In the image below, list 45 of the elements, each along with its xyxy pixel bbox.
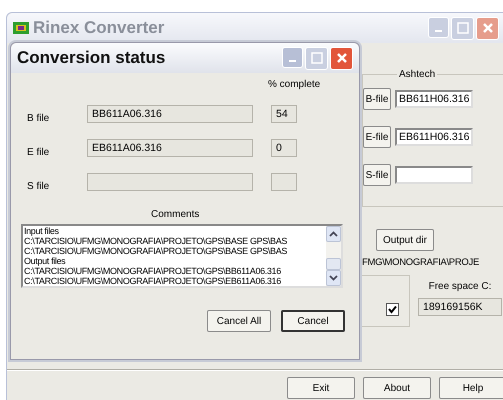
comment-line: C:\TARCISIO\UFMG\MONOGRAFIA\PROJETO\GPS\BB611A06.316 — [24, 266, 282, 276]
file-field[interactable]: BB611H06.316 — [395, 90, 473, 108]
comment-line: Output files — [24, 256, 66, 266]
file-button[interactable]: S-file — [363, 164, 391, 186]
percent-field: 0 — [271, 139, 297, 157]
dialog-title: Conversion status — [17, 48, 166, 68]
percent-field — [271, 173, 297, 191]
comments-label: Comments — [151, 209, 200, 220]
minimize-button[interactable] — [282, 46, 303, 68]
free-space-label: Free space C: — [428, 281, 492, 292]
comment-line: C:\TARCISIO\UFMG\MONOGRAFIA\PROJETO\GPS\EB611A06.316 — [24, 276, 282, 286]
comment-line: C:\TARCISIO\UFMG\MONOGRAFIA\PROJETO\GPS\BASE GPS\BAS — [24, 246, 288, 256]
minimize-icon — [435, 30, 442, 32]
output-path: FMG\MONOGRAFIA\PROJE — [362, 257, 479, 268]
row-label: S file — [26, 180, 50, 192]
footer-button[interactable]: About — [363, 377, 431, 399]
footer-button[interactable]: Exit — [287, 377, 355, 399]
app-icon — [13, 22, 29, 34]
row-label: E file — [26, 146, 50, 158]
comments-box[interactable] — [21, 224, 343, 288]
footer-button[interactable]: Help — [439, 377, 503, 399]
row-label: B file — [26, 112, 50, 124]
free-space-field: 189169156K — [418, 298, 502, 316]
comment-line: C:\TARCISIO\UFMG\MONOGRAFIA\PROJETO\GPS\BASE GPS\BAS — [24, 236, 288, 246]
window-title: Rinex Converter — [33, 18, 164, 38]
checkbox[interactable] — [386, 303, 399, 316]
file-name-field: EB611A06.316 — [87, 139, 253, 157]
file-button[interactable]: B-file — [363, 88, 391, 110]
file-button[interactable]: E-file — [363, 126, 391, 148]
minimize-icon — [289, 60, 296, 62]
percent-header: % complete — [268, 79, 320, 90]
cancel-button[interactable]: Cancel All — [207, 310, 271, 332]
file-field[interactable] — [395, 166, 473, 184]
close-button[interactable] — [330, 46, 353, 70]
file-name-field: BB611A06.316 — [87, 105, 253, 123]
comment-line: Input files — [24, 226, 60, 236]
file-field[interactable]: EB611H06.316 — [395, 128, 473, 146]
percent-field: 54 — [271, 105, 297, 123]
close-button[interactable] — [476, 16, 499, 40]
cancel-button[interactable]: Cancel — [281, 310, 345, 332]
maximize-icon — [308, 50, 324, 66]
output-dir-button[interactable]: Output dir — [376, 229, 434, 251]
maximize-icon — [454, 20, 470, 36]
group-title: Ashtech — [398, 69, 436, 80]
scrollbar[interactable] — [326, 226, 341, 286]
